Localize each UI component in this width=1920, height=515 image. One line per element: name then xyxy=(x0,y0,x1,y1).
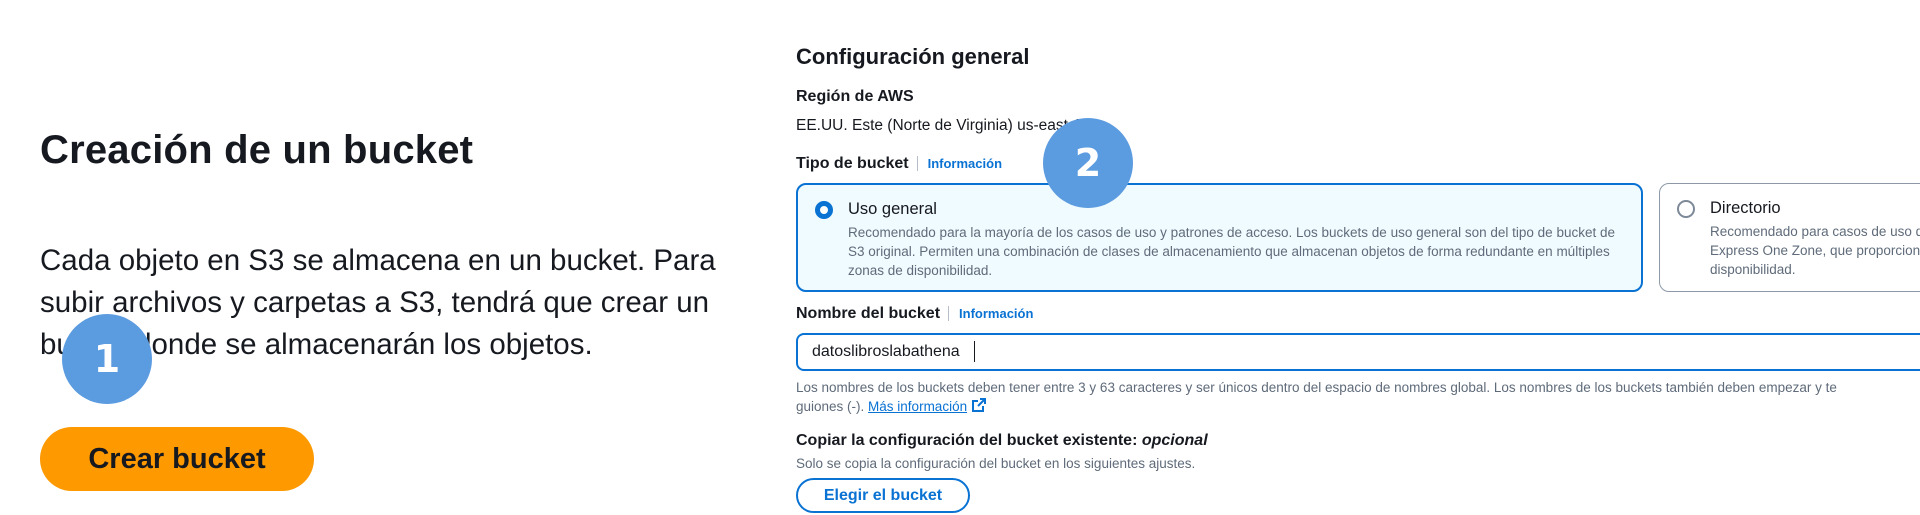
radio-selected-icon[interactable] xyxy=(815,201,833,219)
external-link-icon[interactable] xyxy=(971,397,987,418)
bucket-type-info-link[interactable]: Información xyxy=(916,156,1003,171)
option-description: Recomendado para la mayoría de los casos… xyxy=(848,225,1615,278)
create-bucket-intro-panel: Creación de un bucket Cada objeto en S3 … xyxy=(0,0,760,515)
choose-bucket-button[interactable]: Elegir el bucket xyxy=(796,478,970,513)
region-value: EE.UU. Este (Norte de Virginia) us-east-… xyxy=(796,117,1082,134)
text-cursor xyxy=(974,341,975,362)
bucket-type-option-directory[interactable]: Directorio Recomendado para casos de uso… xyxy=(1659,183,1920,292)
create-bucket-button[interactable]: Crear bucket xyxy=(40,427,314,491)
option-description-line: disponibilidad. xyxy=(1710,262,1796,277)
bucket-type-option-general[interactable]: Uso general Recomendado para la mayoría … xyxy=(796,183,1643,292)
copy-config-optional: opcional xyxy=(1141,432,1208,449)
bucket-name-input[interactable] xyxy=(796,333,1920,371)
more-info-link[interactable]: Más información xyxy=(868,399,967,414)
bucket-name-hint: Los nombres de los buckets deben tener e… xyxy=(796,378,1920,418)
option-description-line: Recomendado para casos de uso d xyxy=(1710,224,1920,239)
bucket-name-label-row: Nombre del bucket Información xyxy=(796,305,1034,323)
option-description: Recomendado para casos de uso d Express … xyxy=(1710,222,1920,279)
copy-config-description: Solo se copia la configuración del bucke… xyxy=(796,456,1196,471)
step-badge-2: 2 xyxy=(1043,118,1133,208)
bucket-name-info-link[interactable]: Información xyxy=(948,306,1034,321)
bucket-name-label: Nombre del bucket xyxy=(796,305,941,322)
section-title: Configuración general xyxy=(796,44,1030,69)
bucket-type-label: Tipo de bucket xyxy=(796,155,909,172)
copy-config-title-text: Copiar la configuración del bucket exist… xyxy=(796,432,1138,449)
region-label: Región de AWS xyxy=(796,88,914,105)
hint-text: guiones (-). xyxy=(796,399,865,414)
hint-line-2: guiones (-). Más información xyxy=(796,397,1920,418)
option-description-line: Express One Zone, que proporcion xyxy=(1710,243,1920,258)
bucket-type-label-row: Tipo de bucket Información xyxy=(796,155,1003,173)
option-title: Uso general xyxy=(848,200,937,218)
radio-unselected-icon[interactable] xyxy=(1677,200,1695,218)
option-title: Directorio xyxy=(1710,199,1781,217)
general-configuration-panel: Configuración general Región de AWS EE.U… xyxy=(796,0,1920,515)
step-badge-1: 1 xyxy=(62,314,152,404)
hint-line-1: Los nombres de los buckets deben tener e… xyxy=(796,380,1837,395)
copy-config-title: Copiar la configuración del bucket exist… xyxy=(796,432,1208,450)
page-title: Creación de un bucket xyxy=(40,128,474,172)
